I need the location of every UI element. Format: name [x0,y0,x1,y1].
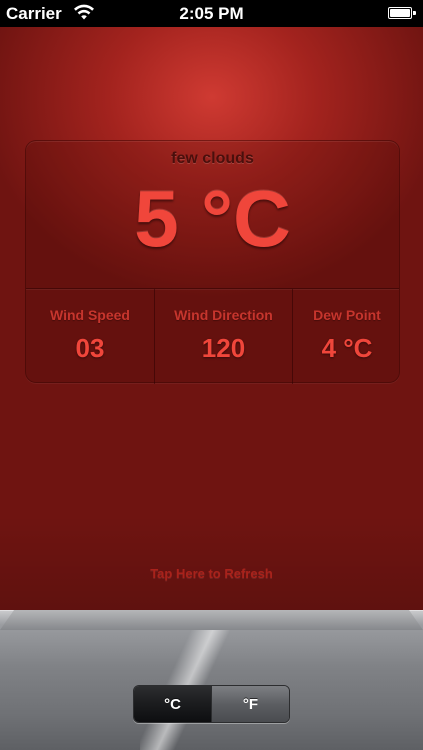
weather-card: few clouds 5 °C Wind Speed 03 Wind Direc… [25,140,401,384]
battery-icon [388,7,416,19]
clock-time: 2:05 PM [179,4,244,23]
stat-value: 4 °C [321,333,373,363]
stat-label: Dew Point [313,307,381,323]
tray-edge [0,610,423,630]
status-bar: Carrier 2:05 PM [0,0,423,27]
fahrenheit-button[interactable]: °F [211,686,289,722]
temperature-display: 5 °C [134,174,291,263]
stat-wind-direction: Wind Direction 120 [154,289,293,384]
stat-dew-point: Dew Point 4 °C [293,289,401,384]
stat-label: Wind Direction [174,307,273,323]
celsius-button[interactable]: °C [134,686,211,722]
stat-wind-speed: Wind Speed 03 [26,289,154,384]
stat-label: Wind Speed [50,307,130,323]
bottom-tray [0,610,423,750]
weather-condition: few clouds [171,150,254,167]
weather-stats: Wind Speed 03 Wind Direction 120 Dew Poi… [26,288,401,384]
stat-value: 03 [75,333,105,363]
unit-toggle[interactable]: °C °F [133,685,290,723]
weather-screen: few clouds 5 °C Wind Speed 03 Wind Direc… [0,27,423,636]
refresh-button[interactable]: Tap Here to Refresh [0,566,423,581]
stat-value: 120 [201,333,246,363]
